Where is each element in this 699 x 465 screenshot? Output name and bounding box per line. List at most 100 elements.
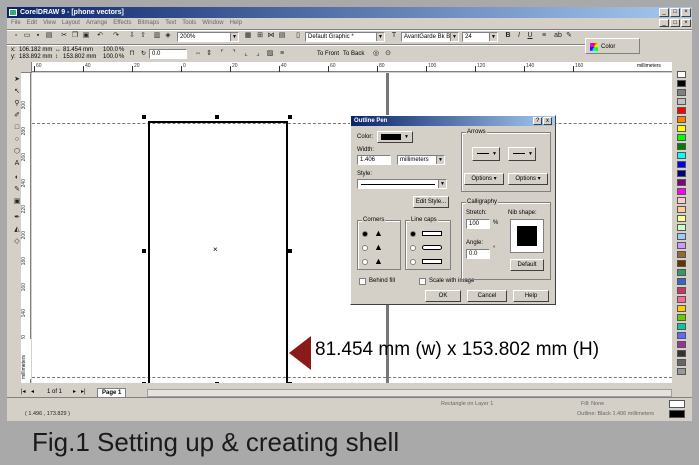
convert-icon[interactable]: ⊙ [383,49,393,59]
outline-width-icon[interactable]: ≡ [277,49,287,59]
corner-icon[interactable]: ⌟ [253,49,263,59]
paste-icon[interactable]: ▣ [81,31,91,41]
palette-swatch[interactable] [677,143,686,150]
menu-item-help[interactable]: Help [230,18,242,28]
cap-square-radio[interactable] [410,259,416,265]
bold-icon[interactable]: B [503,31,513,41]
selection-handle[interactable] [142,249,146,253]
palette-swatch[interactable] [677,260,686,267]
default-button[interactable]: Default [510,259,544,271]
options-left-button[interactable]: Options ▾ [464,173,504,185]
font-select[interactable]: AvantGarde Bk BT ▼ [401,32,459,42]
edit-text-icon[interactable]: ✎ [564,31,574,41]
interactive-tool-icon[interactable]: ◐ [11,172,23,183]
to-front-button[interactable]: To Front [317,50,339,58]
corner-round-radio[interactable] [362,245,368,251]
height-value[interactable]: 153.802 mm [63,53,96,61]
scale-y-value[interactable]: 100.0 [103,53,118,61]
shell-rectangle[interactable] [148,121,288,383]
palette-swatch[interactable] [677,80,686,87]
corner-icon[interactable]: ⌞ [241,49,251,59]
first-page-icon[interactable]: |◂ [21,388,26,396]
ok-button[interactable]: OK [425,290,461,302]
palette-swatch[interactable] [677,89,686,96]
graphic-style-select[interactable]: Default Graphic * ▼ [305,32,385,42]
palette-swatch[interactable] [677,278,686,285]
last-page-icon[interactable]: ▸| [81,388,86,396]
app-launcher-icon[interactable]: ▥ [152,31,162,41]
text-tool-icon[interactable]: A [11,158,23,169]
convert-curves-icon[interactable]: ◎ [371,49,381,59]
corner-icon[interactable]: ⌝ [229,49,239,59]
selection-handle[interactable] [288,382,292,383]
palette-swatch[interactable] [677,224,686,231]
shape-tool-icon[interactable]: ↖ [11,86,23,97]
y-value[interactable]: 183.892 mm [19,53,52,61]
corner-icon[interactable]: ⌜ [217,49,227,59]
rotation-input[interactable]: 0.0 [149,49,187,59]
menu-item-edit[interactable]: Edit [27,18,37,28]
palette-swatch[interactable] [677,152,686,159]
cancel-button[interactable]: Cancel [467,290,507,302]
import-icon[interactable]: ⇩ [127,31,137,41]
palette-swatch[interactable] [677,116,686,123]
doc-minimize-button[interactable]: _ [659,19,669,27]
dialog-close-icon[interactable]: x [543,117,552,125]
italic-icon[interactable]: I [514,31,524,41]
palette-swatch[interactable] [677,134,686,141]
selection-handle[interactable] [142,382,146,383]
corner-bevel-radio[interactable] [362,259,368,265]
edit-style-button[interactable]: Edit Style... [413,196,449,208]
scale-with-image-checkbox[interactable] [419,278,426,285]
palette-swatch[interactable] [677,197,686,204]
export-icon[interactable]: ⇧ [138,31,148,41]
palette-swatch[interactable] [677,206,686,213]
cut-icon[interactable]: ✂ [59,31,69,41]
ruler-origin[interactable] [21,62,32,73]
polygon-tool-icon[interactable]: ⬡ [11,146,23,157]
menu-item-view[interactable]: View [43,18,56,28]
horizontal-scrollbar[interactable] [147,389,672,397]
width-unit-select[interactable]: millimeters ▼ [397,155,445,165]
color-docker[interactable]: Color [585,38,640,54]
interactive-fill-icon[interactable]: ◇ [11,236,23,247]
open-icon[interactable]: ▭ [22,31,32,41]
palette-swatch[interactable] [677,215,686,222]
palette-swatch[interactable] [677,314,686,321]
menu-item-bitmaps[interactable]: Bitmaps [138,18,160,28]
selection-handle[interactable] [215,382,219,383]
angle-input[interactable]: 0.0 [466,249,490,259]
save-icon[interactable]: ▪ [33,31,43,41]
mirror-h-icon[interactable]: ⇔ [193,49,203,59]
menu-item-window[interactable]: Window [202,18,223,28]
palette-swatch[interactable] [677,188,686,195]
palette-swatch[interactable] [677,368,686,375]
eyedropper-tool-icon[interactable]: ✎ [11,184,23,195]
menu-item-file[interactable]: File [11,18,21,28]
palette-swatch[interactable] [677,305,686,312]
corner-miter-radio[interactable] [362,231,368,237]
palette-swatch[interactable] [677,296,686,303]
minimize-button[interactable]: _ [659,8,669,17]
palette-swatch[interactable] [677,350,686,357]
text-format-icon[interactable]: ab [553,31,563,41]
close-button[interactable]: × [681,8,691,17]
zoom-select[interactable]: 200% ▼ [177,32,239,42]
palette-swatch[interactable] [677,287,686,294]
menu-item-text[interactable]: Text [165,18,176,28]
options-right-button[interactable]: Options ▾ [508,173,548,185]
palette-swatch[interactable] [677,71,686,78]
palette-swatch[interactable] [677,170,686,177]
to-back-button[interactable]: To Back [343,50,364,58]
doc-close-button[interactable]: × [681,19,691,27]
justify-icon[interactable]: ≡ [539,31,549,41]
palette-swatch[interactable] [677,341,686,348]
new-icon[interactable]: ▫ [11,31,21,41]
outline-tool-icon[interactable]: ✒ [11,212,23,223]
line-style-select[interactable]: ▼ [357,179,447,189]
menu-item-effects[interactable]: Effects [113,18,131,28]
snap-icon[interactable]: ▦ [243,31,253,41]
rectangle-tool-icon[interactable]: □ [11,122,23,133]
width-input[interactable]: 1.406 [357,155,391,165]
undo-icon[interactable]: ↶ [95,31,105,41]
